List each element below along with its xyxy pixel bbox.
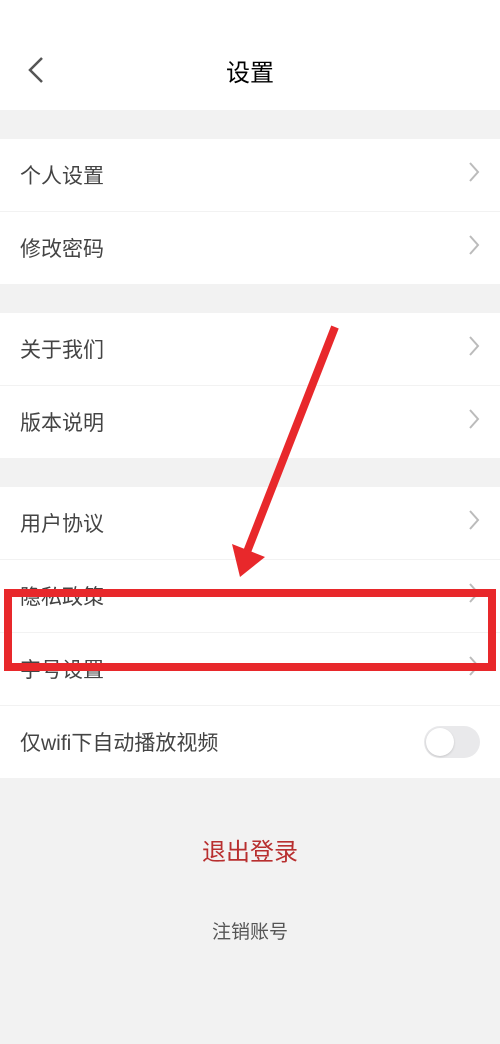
header: 设置 <box>0 0 500 110</box>
chevron-right-icon <box>468 582 480 610</box>
logout-section: 退出登录 注销账号 <box>0 812 500 964</box>
page-title: 设置 <box>0 53 500 88</box>
item-label: 字号设置 <box>20 654 104 684</box>
toggle-switch[interactable] <box>424 726 480 758</box>
section-gap <box>0 284 500 313</box>
chevron-left-icon <box>27 56 44 84</box>
chevron-right-icon <box>468 335 480 363</box>
item-wifi-autoplay[interactable]: 仅wifi下自动播放视频 <box>0 706 500 778</box>
item-label: 仅wifi下自动播放视频 <box>20 727 218 757</box>
item-label: 用户协议 <box>20 508 104 538</box>
item-label: 隐私政策 <box>20 581 104 611</box>
item-label: 个人设置 <box>20 160 104 190</box>
item-label: 关于我们 <box>20 334 104 364</box>
item-user-agreement[interactable]: 用户协议 <box>0 487 500 559</box>
chevron-right-icon <box>468 408 480 436</box>
chevron-right-icon <box>468 234 480 262</box>
chevron-right-icon <box>468 509 480 537</box>
item-about[interactable]: 关于我们 <box>0 313 500 385</box>
item-privacy[interactable]: 隐私政策 <box>0 560 500 632</box>
item-version[interactable]: 版本说明 <box>0 386 500 458</box>
toggle-knob <box>426 728 454 756</box>
logout-button[interactable]: 退出登录 <box>0 812 500 887</box>
delete-account-button[interactable]: 注销账号 <box>0 887 500 964</box>
item-font-size[interactable]: 字号设置 <box>0 633 500 705</box>
back-button[interactable] <box>20 55 50 85</box>
chevron-right-icon <box>468 655 480 683</box>
item-label: 版本说明 <box>20 407 104 437</box>
item-personal-settings[interactable]: 个人设置 <box>0 139 500 211</box>
chevron-right-icon <box>468 161 480 189</box>
item-change-password[interactable]: 修改密码 <box>0 212 500 284</box>
section-gap <box>0 110 500 139</box>
item-label: 修改密码 <box>20 233 104 263</box>
section-gap <box>0 458 500 487</box>
